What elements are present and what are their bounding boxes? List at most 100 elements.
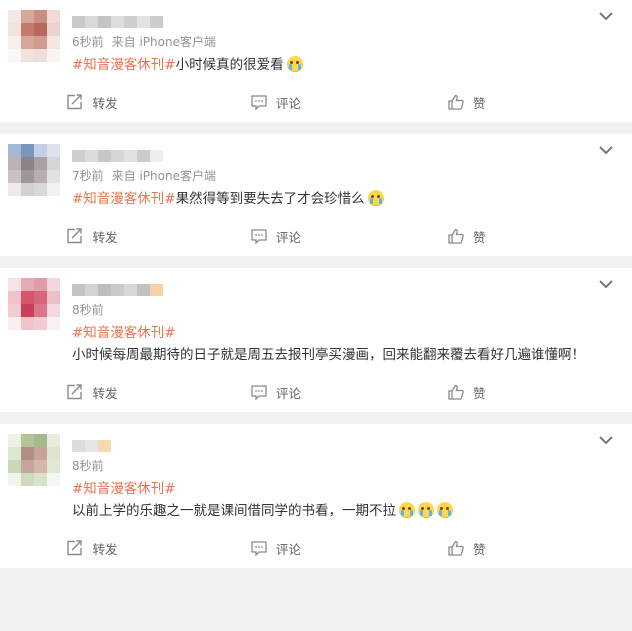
avatar-pixel [34, 317, 47, 330]
avatar-pixel [34, 183, 47, 196]
chevron-down-icon[interactable] [598, 434, 614, 446]
avatar-pixel [34, 157, 47, 170]
username-pixel [85, 16, 98, 28]
timestamp: 8秒前 [72, 459, 104, 473]
avatar-pixel [21, 473, 34, 486]
like-label: 赞 [473, 95, 486, 111]
comment-label: 评论 [275, 385, 301, 401]
username-pixelated[interactable] [72, 12, 612, 32]
avatar[interactable] [8, 434, 60, 486]
client-source: 来自 iPhone客户端 [111, 35, 216, 49]
avatar-pixel [34, 10, 47, 23]
comment-feed: 6秒前来自 iPhone客户端 #知音漫客休刊#小时候真的很爱看 转发 评论 [0, 0, 632, 568]
chevron-down-icon[interactable] [598, 10, 614, 22]
like-label: 赞 [473, 541, 486, 557]
comment-icon [251, 540, 267, 556]
avatar-pixel [21, 434, 34, 447]
post-meta: 8秒前 [72, 302, 612, 318]
avatar-pixel [8, 36, 21, 49]
crying-emoji-icon [367, 190, 384, 206]
username-pixel [111, 284, 124, 296]
comment-button[interactable]: 评论 [184, 93, 368, 112]
share-icon [67, 540, 83, 556]
avatar[interactable] [8, 278, 60, 330]
avatar-pixel [8, 183, 21, 196]
avatar-pixel [34, 170, 47, 183]
avatar-pixel [8, 434, 21, 447]
avatar-pixel [21, 460, 34, 473]
avatar-pixel [47, 23, 60, 36]
action-bar: 转发 评论 赞 [0, 372, 632, 412]
avatar-pixel [8, 49, 21, 62]
avatar-pixel [34, 473, 47, 486]
comment-icon [251, 384, 267, 400]
avatar-pixel [8, 460, 21, 473]
comment-content: 果然得等到要失去了才会珍惜么 [175, 191, 365, 207]
repost-button[interactable]: 转发 [0, 383, 184, 402]
username-pixel [124, 16, 137, 28]
username-pixelated[interactable] [72, 436, 612, 456]
avatar-pixel [47, 434, 60, 447]
repost-label: 转发 [92, 541, 118, 557]
avatar-pixel [8, 473, 21, 486]
comment-text: #知音漫客休刊#果然得等到要失去了才会珍惜么 [72, 188, 612, 210]
comment-text: #知音漫客休刊# 以前上学的乐趣之一就是课间借同学的书看，一期不拉 [72, 478, 612, 522]
avatar-pixel [8, 278, 21, 291]
avatar-pixel [47, 144, 60, 157]
comment-icon [251, 228, 267, 244]
avatar-pixel [21, 10, 34, 23]
avatar-pixel [47, 170, 60, 183]
thumbs-up-icon [448, 94, 464, 110]
crying-emoji-icon [286, 56, 303, 72]
avatar-pixel [47, 157, 60, 170]
avatar-pixel [8, 23, 21, 36]
avatar-pixel [21, 278, 34, 291]
topic-hashtag[interactable]: #知音漫客休刊# [72, 325, 176, 341]
chevron-down-icon[interactable] [598, 144, 614, 156]
avatar-pixel [8, 10, 21, 23]
topic-hashtag[interactable]: #知音漫客休刊# [72, 191, 176, 207]
like-button[interactable]: 赞 [368, 93, 632, 112]
comment-content: 以前上学的乐趣之一就是课间借同学的书看，一期不拉 [72, 503, 396, 519]
comment-card: 8秒前 #知音漫客休刊# 以前上学的乐趣之一就是课间借同学的书看，一期不拉 转发 … [0, 424, 632, 568]
like-button[interactable]: 赞 [368, 539, 632, 558]
post-meta: 7秒前 来自 iPhone客户端 [72, 168, 612, 184]
like-button[interactable]: 赞 [368, 383, 632, 402]
comment-label: 评论 [275, 95, 301, 111]
repost-button[interactable]: 转发 [0, 227, 184, 246]
username-pixel [85, 150, 98, 162]
username-pixelated[interactable] [72, 280, 612, 300]
avatar-pixel [34, 434, 47, 447]
username-pixelated[interactable] [72, 146, 612, 166]
avatar-pixel [8, 447, 21, 460]
thumbs-up-icon [448, 228, 464, 244]
topic-hashtag[interactable]: #知音漫客休刊# [72, 57, 176, 73]
topic-hashtag[interactable]: #知音漫客休刊# [72, 481, 176, 497]
avatar-pixel [21, 170, 34, 183]
avatar-pixel [21, 291, 34, 304]
card-divider [0, 412, 632, 424]
repost-button[interactable]: 转发 [0, 93, 184, 112]
username-pixel [124, 284, 137, 296]
avatar-pixel [34, 144, 47, 157]
comment-button[interactable]: 评论 [184, 227, 368, 246]
comment-text: #知音漫客休刊#小时候真的很爱看 [72, 54, 612, 76]
comment-button[interactable]: 评论 [184, 383, 368, 402]
avatar[interactable] [8, 144, 60, 196]
client-source: 来自 iPhone客户端 [111, 169, 216, 183]
username-pixel [150, 284, 163, 296]
comment-button[interactable]: 评论 [184, 539, 368, 558]
repost-button[interactable]: 转发 [0, 539, 184, 558]
chevron-down-icon[interactable] [598, 278, 614, 290]
avatar-pixel [34, 460, 47, 473]
avatar-pixel [21, 36, 34, 49]
username-pixel [124, 150, 137, 162]
avatar[interactable] [8, 10, 60, 62]
username-pixel [111, 150, 124, 162]
comment-label: 评论 [275, 229, 301, 245]
like-label: 赞 [473, 229, 486, 245]
avatar-pixel [47, 460, 60, 473]
avatar-pixel [8, 291, 21, 304]
like-button[interactable]: 赞 [368, 227, 632, 246]
timestamp: 7秒前 [72, 169, 104, 183]
